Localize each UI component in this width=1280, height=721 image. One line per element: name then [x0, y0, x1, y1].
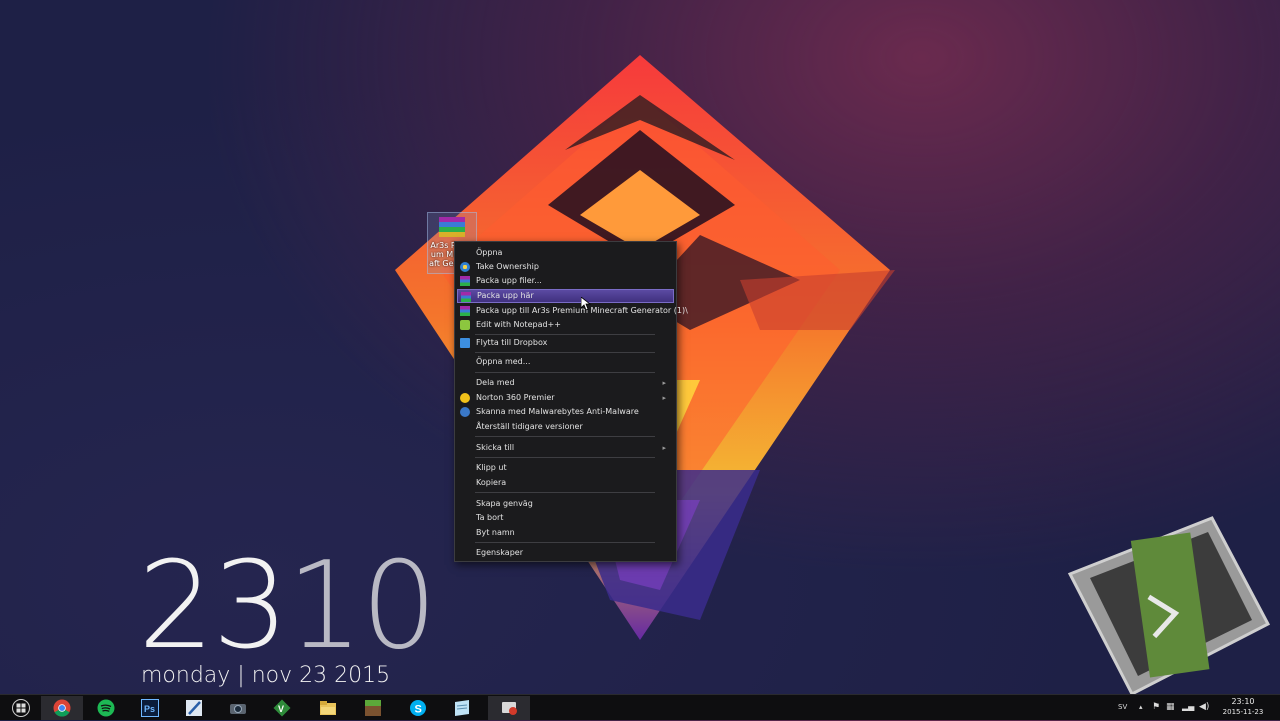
svg-text:V: V	[278, 704, 284, 714]
folder-icon	[320, 701, 336, 715]
camera-icon	[230, 704, 246, 714]
taskbar-vim-button[interactable]: V	[261, 696, 303, 720]
winrar-archive-icon	[439, 217, 465, 239]
menu-item-edit-notepad[interactable]: Edit with Notepad++	[457, 318, 674, 332]
clock-date-line: monday | nov 23 2015	[141, 663, 391, 688]
chevron-right-icon: ▸	[662, 444, 666, 452]
taskbar-photoshop-button[interactable]: Ps	[129, 696, 171, 720]
shield-icon	[460, 262, 470, 272]
context-menu: Öppna Take Ownership Packa upp filer... …	[454, 241, 688, 562]
menu-item-extract-to-folder[interactable]: Packa upp till Ar3s Premium Minecraft Ge…	[457, 304, 688, 318]
menu-separator	[475, 542, 655, 543]
menu-item-norton[interactable]: Norton 360 Premier ▸	[457, 391, 674, 405]
clock-widget: 2310	[138, 547, 458, 667]
taskbar-camera-button[interactable]	[217, 696, 259, 720]
menu-separator	[475, 372, 655, 373]
tray-time: 23:10	[1231, 697, 1255, 706]
menu-item-send-to[interactable]: Skicka till ▸	[457, 441, 674, 455]
menu-item-open[interactable]: Öppna	[457, 246, 674, 260]
spotify-icon	[97, 699, 115, 717]
tray-overflow-icon[interactable]: ▴	[1139, 695, 1147, 721]
notepad-icon	[460, 320, 470, 330]
language-indicator[interactable]: SV	[1118, 695, 1134, 721]
menu-item-take-ownership[interactable]: Take Ownership	[457, 260, 674, 274]
tray-clock[interactable]: 23:10 2015-11-23	[1214, 697, 1272, 717]
menu-item-extract-here[interactable]: Packa upp här	[457, 289, 674, 303]
taskbar-skype-button[interactable]: S	[397, 696, 439, 720]
taskbar-minecraft-button[interactable]	[352, 696, 394, 720]
tray-date: 2015-11-23	[1222, 708, 1264, 716]
clock-hours: 23	[138, 537, 289, 676]
menu-item-properties[interactable]: Egenskaper	[457, 546, 674, 560]
taskbar: Ps V S SV ▴ ⚑ ▦ ▂▄ ◀) 23:10 2015-11-23	[0, 694, 1280, 720]
volume-icon[interactable]: ◀)	[1199, 695, 1209, 721]
menu-item-delete[interactable]: Ta bort	[457, 511, 674, 525]
start-button[interactable]	[0, 696, 42, 720]
taskbar-chrome-button[interactable]	[41, 696, 83, 720]
menu-item-cut[interactable]: Klipp ut	[457, 461, 674, 475]
winrar-icon	[460, 276, 470, 286]
menu-item-extract-files[interactable]: Packa upp filer...	[457, 274, 674, 288]
menu-item-share-with[interactable]: Dela med ▸	[457, 376, 674, 390]
taskbar-spotify-button[interactable]	[85, 696, 127, 720]
skype-icon: S	[410, 700, 426, 716]
network-icon[interactable]: ▦	[1166, 695, 1176, 721]
menu-separator	[475, 352, 655, 353]
menu-item-malwarebytes[interactable]: Skanna med Malwarebytes Anti-Malware	[457, 405, 674, 419]
taskbar-explorer-button[interactable]	[307, 696, 349, 720]
menu-item-open-with[interactable]: Öppna med...	[457, 355, 674, 369]
svg-text:S: S	[415, 704, 422, 716]
photoshop-icon: Ps	[141, 699, 159, 717]
winrar-icon	[461, 292, 471, 302]
menu-separator	[475, 436, 655, 437]
vim-icon: V	[273, 699, 291, 717]
menu-separator	[475, 334, 655, 335]
minecraft-icon	[365, 700, 381, 716]
menu-item-rename[interactable]: Byt namn	[457, 526, 674, 540]
chevron-right-icon: ▸	[662, 379, 666, 387]
norton-icon	[460, 393, 470, 403]
malwarebytes-icon	[460, 407, 470, 417]
chevron-right-icon: ▸	[662, 394, 666, 402]
menu-item-copy[interactable]: Kopiera	[457, 476, 674, 490]
menu-item-create-shortcut[interactable]: Skapa genväg	[457, 497, 674, 511]
menu-item-move-to-dropbox[interactable]: Flytta till Dropbox	[457, 336, 674, 350]
clock-minutes: 10	[286, 537, 438, 676]
menu-separator	[475, 492, 655, 493]
signal-icon[interactable]: ▂▄	[1182, 695, 1194, 721]
taskbar-notes-button[interactable]	[441, 696, 483, 720]
winrar-icon	[460, 306, 470, 316]
notes-icon	[455, 700, 469, 716]
camtasia-logo-icon	[1067, 516, 1271, 697]
flag-icon[interactable]: ⚑	[1152, 695, 1162, 721]
start-icon	[12, 699, 30, 717]
recorder-icon	[502, 702, 517, 715]
chrome-icon	[53, 699, 71, 717]
taskbar-recorder-button[interactable]	[488, 696, 530, 720]
menu-item-restore-versions[interactable]: Återställ tidigare versioner	[457, 420, 674, 434]
mouse-cursor-icon	[581, 297, 591, 311]
dropbox-icon	[460, 338, 470, 348]
pen-icon	[186, 700, 202, 716]
svg-text:Ps: Ps	[144, 704, 155, 714]
taskbar-pen-tool-button[interactable]	[173, 696, 215, 720]
menu-separator	[475, 457, 655, 458]
